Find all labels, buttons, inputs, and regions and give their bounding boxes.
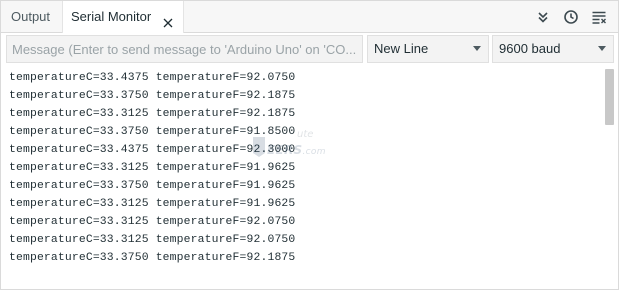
watermark-top-text: ute bbox=[297, 129, 314, 140]
serial-output-lines: temperatureC=33.4375 temperatureF=92.075… bbox=[9, 69, 295, 267]
baud-rate-select[interactable]: 9600 baud bbox=[492, 35, 614, 63]
serial-output-area[interactable]: temperatureC=33.4375 temperatureF=92.075… bbox=[1, 67, 618, 289]
tab-output[interactable]: Output bbox=[11, 1, 50, 33]
serial-monitor-panel: Output Serial Monitor New Line bbox=[0, 0, 619, 290]
tab-serial-monitor[interactable]: Serial Monitor bbox=[62, 1, 184, 34]
panel-toolbar bbox=[534, 1, 608, 33]
output-line: temperatureC=33.3750 temperatureF=92.187… bbox=[9, 252, 296, 264]
output-line: temperatureC=33.3750 temperatureF=91.850… bbox=[9, 126, 296, 138]
output-line: temperatureC=33.3125 temperatureF=92.187… bbox=[9, 108, 296, 120]
clear-output-icon[interactable] bbox=[590, 8, 608, 26]
output-line: temperatureC=33.4375 temperatureF=92.300… bbox=[9, 144, 296, 156]
close-icon[interactable] bbox=[161, 10, 175, 28]
output-line: temperatureC=33.3750 temperatureF=92.187… bbox=[9, 90, 296, 102]
chevron-down-icon bbox=[473, 46, 481, 51]
baud-rate-value: 9600 baud bbox=[499, 41, 561, 56]
output-line: temperatureC=33.4375 temperatureF=92.075… bbox=[9, 72, 296, 84]
output-line: temperatureC=33.3125 temperatureF=92.075… bbox=[9, 234, 296, 246]
tab-serial-monitor-label: Serial Monitor bbox=[71, 9, 152, 24]
line-ending-value: New Line bbox=[374, 41, 429, 56]
output-line: temperatureC=33.3125 temperatureF=92.075… bbox=[9, 216, 296, 228]
tab-output-label: Output bbox=[11, 9, 51, 24]
output-line: temperatureC=33.3750 temperatureF=91.962… bbox=[9, 180, 296, 192]
panel-tab-bar: Output Serial Monitor bbox=[1, 1, 618, 34]
output-line: temperatureC=33.3125 temperatureF=91.962… bbox=[9, 162, 296, 174]
chevron-double-down-icon[interactable] bbox=[534, 8, 552, 26]
output-line: temperatureC=33.3125 temperatureF=91.962… bbox=[9, 198, 296, 210]
message-input[interactable] bbox=[6, 35, 363, 63]
clock-icon[interactable] bbox=[562, 8, 580, 26]
chevron-down-icon bbox=[598, 46, 606, 51]
vertical-scrollbar[interactable] bbox=[605, 69, 614, 125]
watermark-suffix: .com bbox=[302, 147, 326, 157]
send-bar: New Line 9600 baud bbox=[1, 33, 618, 63]
line-ending-select[interactable]: New Line bbox=[367, 35, 489, 63]
